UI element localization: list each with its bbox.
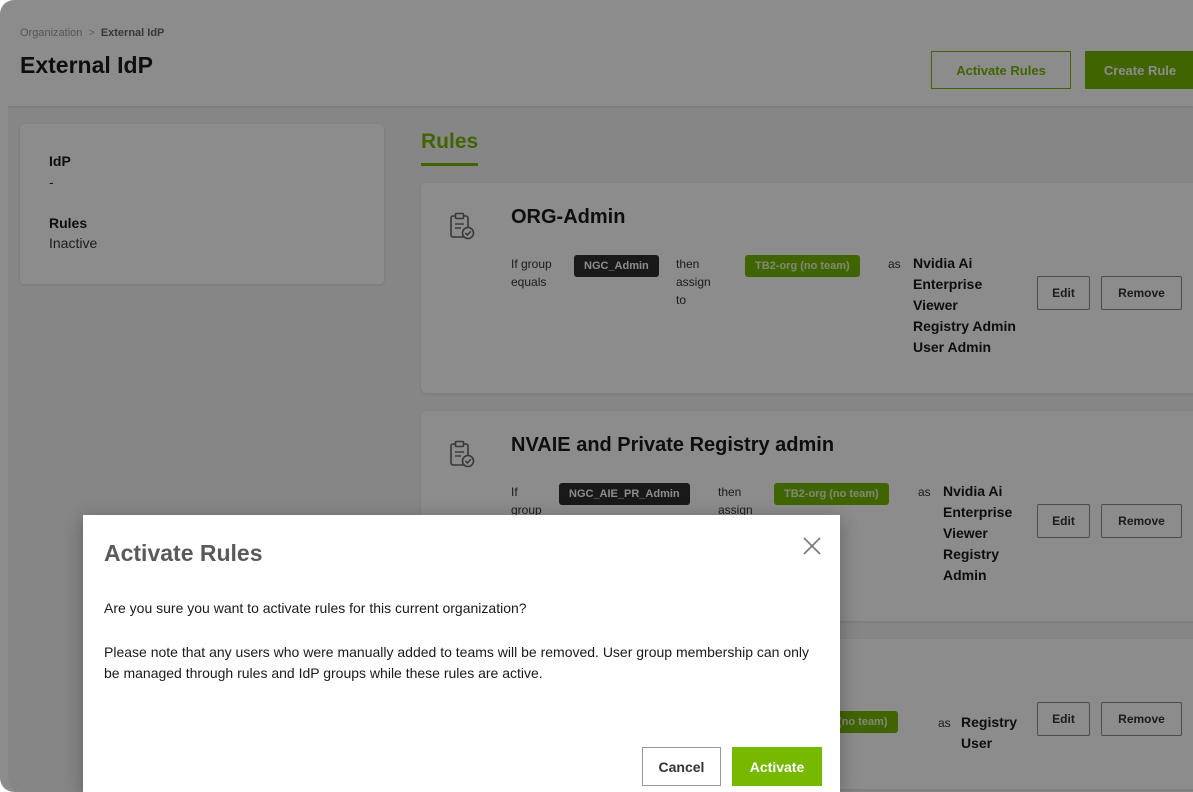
- dialog-title: Activate Rules: [104, 540, 263, 566]
- activate-button[interactable]: Activate: [732, 747, 822, 786]
- activate-rules-dialog: Activate Rules Are you sure you want to …: [83, 515, 840, 792]
- dialog-note: Please note that any users who were manu…: [104, 644, 810, 681]
- dialog-question: Are you sure you want to activate rules …: [104, 600, 527, 616]
- cancel-button[interactable]: Cancel: [642, 747, 721, 786]
- close-icon[interactable]: [801, 535, 823, 557]
